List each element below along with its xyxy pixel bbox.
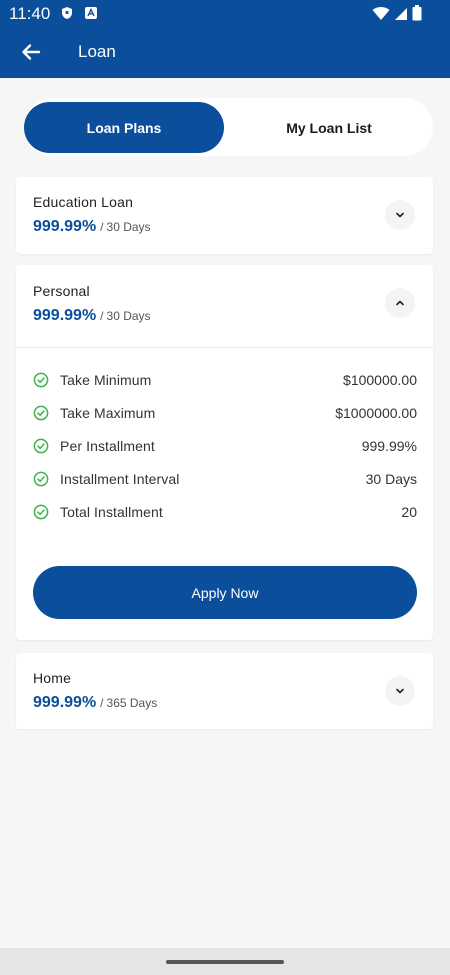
check-circle-icon bbox=[33, 504, 49, 520]
check-circle-icon bbox=[33, 372, 49, 388]
detail-row-per-installment: Per Installment 999.99% bbox=[33, 436, 417, 456]
tab-switcher: Loan Plans My Loan List bbox=[24, 98, 433, 156]
plan-name: Personal bbox=[33, 283, 90, 299]
plan-rate-separator: / bbox=[100, 220, 104, 234]
plan-rate: 999.99% / 30 Days bbox=[33, 218, 151, 236]
wifi-icon bbox=[372, 6, 390, 20]
status-time: 11:40 bbox=[9, 4, 51, 23]
plan-card-personal[interactable]: Personal 999.99% / 30 Days Take Minimum … bbox=[16, 265, 433, 640]
detail-row-installment-interval: Installment Interval 30 Days bbox=[33, 469, 417, 489]
app-bar: Loan bbox=[0, 27, 450, 78]
detail-value: $1000000.00 bbox=[335, 405, 417, 421]
detail-row-total-installment: Total Installment 20 bbox=[33, 502, 417, 522]
check-circle-icon bbox=[33, 405, 49, 421]
plan-rate-value: 999.99% bbox=[33, 218, 97, 235]
status-right bbox=[372, 5, 422, 21]
tab-my-loan-list[interactable]: My Loan List bbox=[229, 102, 429, 153]
detail-label: Take Minimum bbox=[60, 372, 152, 388]
plan-name: Education Loan bbox=[33, 194, 134, 210]
plan-rate-value: 999.99% bbox=[33, 307, 97, 324]
plan-rate-separator: / bbox=[100, 696, 104, 710]
detail-row-take-minimum: Take Minimum $100000.00 bbox=[33, 370, 417, 390]
back-arrow-icon[interactable] bbox=[20, 41, 42, 63]
collapse-button[interactable] bbox=[385, 288, 415, 318]
home-gesture-handle[interactable] bbox=[166, 960, 284, 964]
battery-icon bbox=[412, 5, 422, 21]
page-title: Loan bbox=[78, 42, 116, 61]
detail-label: Installment Interval bbox=[60, 471, 180, 487]
plan-rate-value: 999.99% bbox=[33, 694, 97, 711]
detail-label: Take Maximum bbox=[60, 405, 156, 421]
status-bar: 11:40 bbox=[0, 0, 450, 27]
detail-value: 999.99% bbox=[361, 438, 417, 454]
check-circle-icon bbox=[33, 471, 49, 487]
detail-value: $100000.00 bbox=[343, 372, 417, 388]
plan-name: Home bbox=[33, 670, 72, 686]
check-circle-icon bbox=[33, 438, 49, 454]
plan-rate: 999.99% / 365 Days bbox=[33, 694, 157, 712]
expand-button[interactable] bbox=[385, 676, 415, 706]
system-nav-bar bbox=[0, 948, 450, 975]
detail-value: 30 Days bbox=[365, 471, 417, 487]
plan-card-education[interactable]: Education Loan 999.99% / 30 Days bbox=[16, 177, 433, 254]
detail-label: Total Installment bbox=[60, 504, 163, 520]
app-notification-icon bbox=[85, 7, 97, 19]
plan-period: 30 Days bbox=[106, 220, 151, 234]
apply-now-button[interactable]: Apply Now bbox=[33, 566, 417, 619]
tab-loan-plans[interactable]: Loan Plans bbox=[24, 102, 224, 153]
chevron-down-icon bbox=[396, 688, 404, 694]
chevron-up-icon bbox=[396, 300, 404, 306]
chevron-down-icon bbox=[396, 212, 404, 218]
plan-rate: 999.99% / 30 Days bbox=[33, 307, 151, 325]
divider bbox=[16, 347, 433, 348]
plan-period: 30 Days bbox=[106, 309, 151, 323]
signal-icon bbox=[395, 7, 407, 20]
detail-value: 20 bbox=[401, 504, 417, 520]
detail-label: Per Installment bbox=[60, 438, 155, 454]
detail-row-take-maximum: Take Maximum $1000000.00 bbox=[33, 403, 417, 423]
shield-icon bbox=[62, 7, 72, 19]
plan-card-home[interactable]: Home 999.99% / 365 Days bbox=[16, 653, 433, 729]
plan-rate-separator: / bbox=[100, 309, 104, 323]
expand-button[interactable] bbox=[385, 200, 415, 230]
plan-period: 365 Days bbox=[106, 696, 158, 710]
